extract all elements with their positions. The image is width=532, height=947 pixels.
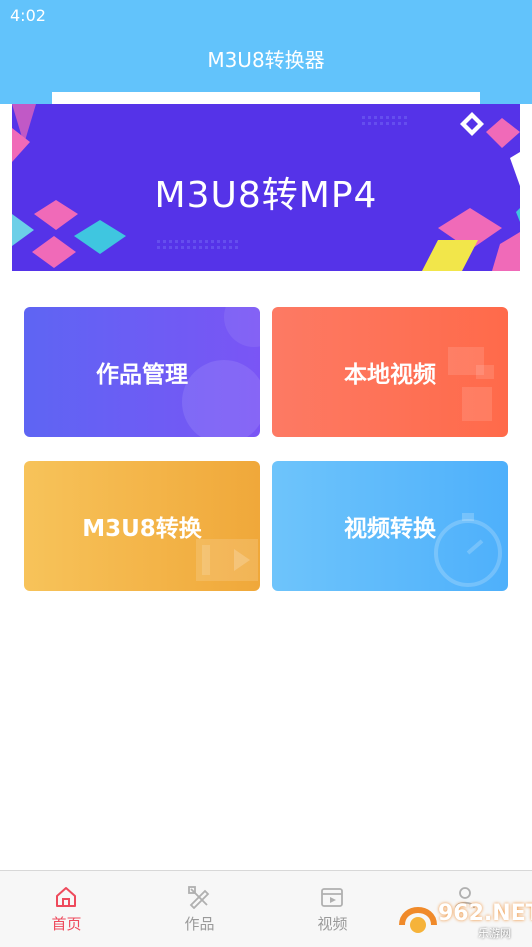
tab-works-label: 作品 xyxy=(184,915,215,933)
works-management-card[interactable]: 作品管理 xyxy=(24,307,260,437)
m3u8-convert-label: M3U8转换 xyxy=(82,516,202,542)
video-convert-card[interactable]: 视频转换 xyxy=(272,461,508,591)
local-video-card[interactable]: 本地视频 xyxy=(272,307,508,437)
home-icon xyxy=(56,887,76,907)
local-video-label: 本地视频 xyxy=(344,362,436,388)
tab-works[interactable]: 作品 xyxy=(133,871,266,947)
watermark-logo-icon xyxy=(399,907,437,933)
video-convert-label: 视频转换 xyxy=(344,516,436,542)
tab-video[interactable]: 视频 xyxy=(266,871,399,947)
tab-home[interactable]: 首页 xyxy=(0,871,133,947)
video-icon xyxy=(321,888,343,907)
watermark-text: 962.NET xyxy=(438,901,532,926)
banner[interactable]: M3U8转MP4 xyxy=(12,104,520,271)
works-icon xyxy=(188,886,210,909)
banner-title: M3U8转MP4 xyxy=(154,175,378,216)
app-header: 4:02 M3U8转换器 xyxy=(0,0,532,92)
tab-video-label: 视频 xyxy=(317,915,348,933)
m3u8-convert-card[interactable]: M3U8转换 xyxy=(24,461,260,591)
tab-home-label: 首页 xyxy=(51,915,82,933)
status-time: 4:02 xyxy=(10,6,46,25)
header-notch-right xyxy=(480,92,532,104)
app-title: M3U8转换器 xyxy=(207,48,325,72)
header-notch-left xyxy=(0,92,52,104)
works-management-label: 作品管理 xyxy=(96,362,188,388)
site-watermark: 962.NET 乐游网 xyxy=(398,895,532,943)
watermark-subtext: 乐游网 xyxy=(478,927,511,940)
